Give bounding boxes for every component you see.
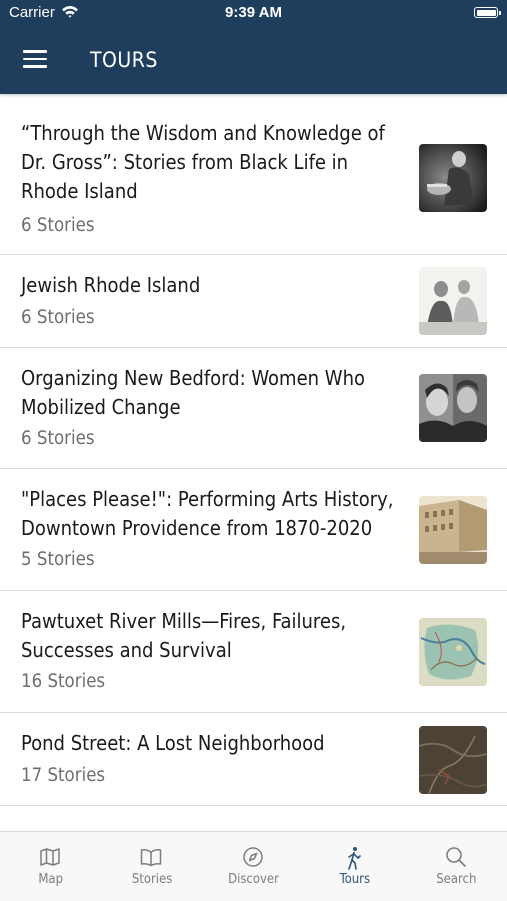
tab-stories[interactable]: Stories bbox=[101, 832, 202, 901]
tour-thumbnail bbox=[419, 496, 487, 564]
nav-bar: TOURS bbox=[0, 28, 507, 94]
tab-bar: Map Stories Discover Tours Search bbox=[0, 831, 507, 901]
tour-story-count: 6 Stories bbox=[21, 428, 95, 449]
tab-search[interactable]: Search bbox=[406, 832, 507, 901]
tour-title: Pond Street: A Lost Neighborhood bbox=[21, 731, 325, 755]
tour-title: Jewish Rhode Island bbox=[21, 273, 201, 297]
tour-row[interactable]: Pond Street: A Lost Neighborhood 17 Stor… bbox=[0, 713, 507, 806]
tours-list[interactable]: “Through the Wisdom and Knowledge of Dr.… bbox=[0, 94, 507, 831]
tab-tours[interactable]: Tours bbox=[304, 832, 405, 901]
tour-thumbnail bbox=[419, 267, 487, 335]
tour-thumbnail bbox=[419, 726, 487, 794]
tour-story-count: 5 Stories bbox=[21, 549, 95, 570]
tour-row[interactable]: Jewish Rhode Island 6 Stories bbox=[0, 255, 507, 348]
tour-story-count: 16 Stories bbox=[21, 671, 106, 692]
tour-title: "Places Please!": Performing Arts Histor… bbox=[21, 487, 394, 540]
tour-row[interactable]: “Through the Wisdom and Knowledge of Dr.… bbox=[0, 94, 507, 255]
tab-search-label: Search bbox=[436, 872, 477, 887]
status-bar: Carrier 9:39 AM bbox=[0, 0, 507, 28]
tab-map[interactable]: Map bbox=[0, 832, 101, 901]
tour-story-count: 6 Stories bbox=[21, 307, 95, 328]
tour-thumbnail bbox=[419, 374, 487, 442]
battery-icon bbox=[474, 7, 501, 18]
clock: 9:39 AM bbox=[225, 4, 282, 21]
tab-discover-label: Discover bbox=[228, 872, 279, 887]
tour-title: Organizing New Bedford: Women Who Mobili… bbox=[21, 366, 365, 419]
tour-row[interactable]: Pawtuxet River Mills—Fires, Failures, Su… bbox=[0, 591, 507, 713]
walking-person-icon bbox=[348, 847, 361, 870]
tour-story-count: 6 Stories bbox=[21, 215, 95, 236]
tab-stories-label: Stories bbox=[131, 872, 173, 887]
tab-map-label: Map bbox=[38, 872, 64, 887]
tour-row[interactable]: Organizing New Bedford: Women Who Mobili… bbox=[0, 348, 507, 469]
page-title: TOURS bbox=[90, 48, 158, 72]
tab-discover[interactable]: Discover bbox=[203, 832, 304, 901]
map-icon bbox=[40, 848, 60, 866]
search-icon bbox=[445, 847, 466, 867]
tab-tours-label: Tours bbox=[339, 872, 371, 887]
hamburger-menu-icon[interactable] bbox=[23, 50, 47, 68]
tour-thumbnail bbox=[419, 144, 487, 212]
tour-title: “Through the Wisdom and Knowledge of Dr.… bbox=[21, 121, 385, 203]
tour-row[interactable]: "Places Please!": Performing Arts Histor… bbox=[0, 469, 507, 591]
tour-thumbnail bbox=[419, 618, 487, 686]
tour-title: Pawtuxet River Mills—Fires, Failures, Su… bbox=[21, 609, 347, 662]
compass-icon bbox=[243, 847, 263, 867]
tour-story-count: 17 Stories bbox=[21, 765, 106, 786]
book-icon bbox=[141, 849, 162, 867]
